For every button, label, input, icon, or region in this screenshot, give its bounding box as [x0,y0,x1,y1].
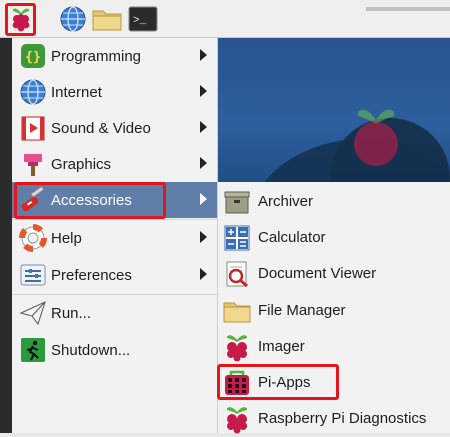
submenu-item-label: Document Viewer [258,265,377,282]
raspberry-pi-logo-icon [226,407,248,434]
submenu-item-label: Calculator [258,229,326,246]
menu-item-label: Help [51,229,82,247]
menu-item-label: Sound & Video [51,119,151,137]
archive-icon [224,191,250,214]
submenu-item-document-viewer[interactable]: Document Viewer [218,256,450,292]
terminal-icon: >_ [128,6,158,32]
paper-plane-icon [19,301,46,326]
submenu-item-archiver[interactable]: Archiver [218,184,450,220]
menu-item-internet[interactable]: Internet [12,74,217,110]
raspberry-pi-logo [354,109,398,166]
paint-icon [24,154,42,176]
accessories-submenu: Archiver Calculator Document Viewer File… [217,182,450,434]
menu-item-accessories[interactable]: Accessories [12,182,217,218]
terminal-prompt-text: >_ [133,15,147,27]
menu-item-label: Programming [51,47,142,65]
menu-item-label: Internet [51,83,102,101]
left-edge-panel [0,38,12,433]
terminal-button[interactable]: >_ [128,4,158,34]
pi-apps-icon [225,370,249,395]
menu-item-programming[interactable]: {} Programming [12,38,217,74]
settings-icon [20,264,46,286]
folder-icon [92,10,122,31]
taskbar-right-area [366,7,450,11]
file-manager-button[interactable] [92,4,122,34]
svg-text:{}: {} [25,50,41,65]
submenu-item-label: File Manager [258,302,346,319]
raspberry-pi-logo-icon [12,8,30,32]
raspberry-menu-button[interactable] [6,4,36,34]
submenu-item-label: Archiver [258,193,314,210]
document-viewer-icon [226,261,248,288]
chevron-right-icon [200,49,207,61]
menu-item-preferences[interactable]: Preferences [12,257,217,293]
submenu-item-file-manager[interactable]: File Manager [218,293,450,329]
calculator-icon [224,225,250,251]
submenu-item-label: Pi-Apps [258,374,311,391]
taskbar: >_ [0,0,450,38]
chevron-right-icon [200,121,207,133]
menu-item-label: Preferences [51,266,132,284]
chevron-right-icon [200,268,207,280]
menu-item-label: Accessories [51,191,132,209]
submenu-item-raspberry-pi-diagnostics[interactable]: Raspberry Pi Diagnostics [218,401,450,437]
applications-menu: {} Programming Internet Sound & Video Gr… [12,38,218,433]
exit-icon [21,338,45,362]
knife-icon [21,186,44,212]
globe-icon [20,79,46,105]
menu-item-sound-video[interactable]: Sound & Video [12,110,217,146]
submenu-item-pi-apps[interactable]: Pi-Apps [218,365,450,401]
globe-icon [60,6,86,32]
menu-item-shutdown[interactable]: Shutdown... [12,332,217,368]
menu-item-run[interactable]: Run... [12,295,217,331]
chevron-right-icon [200,85,207,97]
film-icon [21,116,45,141]
submenu-item-label: Imager [258,338,305,355]
submenu-item-calculator[interactable]: Calculator [218,220,450,256]
menu-item-label: Shutdown... [51,341,131,359]
chevron-right-icon [200,231,207,243]
menu-item-label: Graphics [51,155,112,173]
lifebuoy-icon [19,224,47,252]
raspberry-pi-logo-icon [226,335,248,362]
browser-button[interactable] [58,4,88,34]
chevron-right-icon [200,193,207,205]
chevron-right-icon [200,157,207,169]
menu-item-label: Run... [51,304,92,322]
folder-icon [223,302,251,323]
submenu-item-label: Raspberry Pi Diagnostics [258,410,427,427]
menu-item-graphics[interactable]: Graphics [12,146,217,182]
programming-icon: {} [21,44,45,68]
submenu-item-imager[interactable]: Imager [218,329,450,365]
menu-item-help[interactable]: Help [12,220,217,256]
